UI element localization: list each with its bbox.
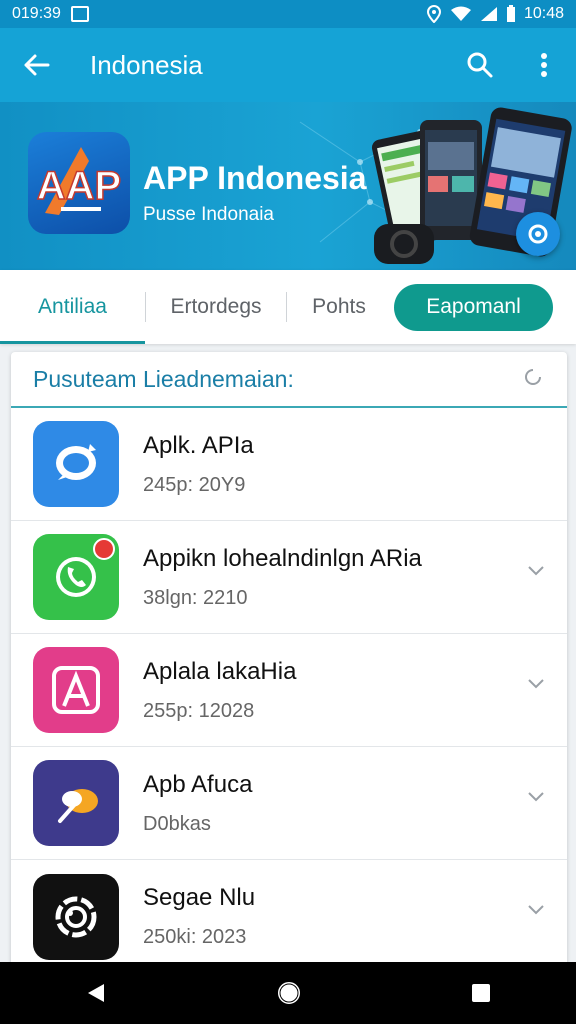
battery-icon bbox=[506, 5, 515, 22]
status-bar: 019:39 10:48 bbox=[0, 0, 576, 28]
letter-a-icon bbox=[33, 647, 119, 733]
app-bar: Indonesia bbox=[0, 28, 576, 102]
app-banner: AAP APP Indonesia Pusse Indonaia bbox=[0, 102, 576, 270]
more-vertical-icon bbox=[541, 53, 547, 77]
feather-icon bbox=[33, 760, 119, 846]
list-item-name: Segae Nlu bbox=[143, 884, 256, 911]
banner-title: APP Indonesia bbox=[143, 160, 367, 196]
eapomanl-button[interactable]: Eapomanl bbox=[394, 283, 553, 331]
app-bar-title: Indonesia bbox=[90, 49, 203, 80]
list-header: Pusuteam Lieadnemaian: bbox=[11, 352, 567, 408]
signal-icon bbox=[480, 7, 497, 21]
list-item[interactable]: Aplk. APIa 245p: 20Y9 bbox=[11, 408, 567, 521]
list-title: Pusuteam Lieadnemaian: bbox=[33, 365, 294, 392]
list-item[interactable]: Segae Nlu 250ki: 2023 bbox=[11, 860, 567, 972]
list-item-name: Aplala lakaHia bbox=[143, 657, 297, 685]
list-item-meta: 250ki: 2023 bbox=[143, 926, 247, 948]
back-button[interactable] bbox=[0, 28, 72, 102]
wifi-icon bbox=[450, 6, 471, 21]
status-time-right: 10:48 bbox=[523, 5, 564, 22]
list-item-name: Apb Afuca bbox=[143, 770, 253, 798]
list-item[interactable]: Apb Afuca D0bkas bbox=[11, 747, 567, 860]
app-list-card: Pusuteam Lieadnemaian: Aplk. APIa 245p: … bbox=[11, 352, 567, 972]
notification-badge bbox=[93, 538, 115, 560]
overflow-menu-button[interactable] bbox=[512, 28, 576, 102]
location-icon bbox=[426, 5, 441, 23]
search-button[interactable] bbox=[448, 28, 512, 102]
arrow-left-icon bbox=[24, 54, 50, 76]
target-icon bbox=[528, 224, 548, 244]
chevron-down-icon[interactable] bbox=[527, 565, 545, 577]
chevron-down-icon[interactable] bbox=[527, 791, 545, 803]
search-icon bbox=[467, 52, 493, 78]
floating-action-button[interactable] bbox=[516, 212, 560, 256]
list-item-meta: D0bkas bbox=[143, 812, 211, 835]
list-item-name: Aplk. APIa bbox=[143, 431, 254, 459]
list-item-meta: 255p: 12028 bbox=[143, 699, 255, 722]
notification-icon bbox=[70, 6, 89, 22]
app-logo-icon: AAP bbox=[36, 147, 122, 215]
refresh-button[interactable] bbox=[521, 365, 545, 394]
banner-subtitle: Pusse Indonaia bbox=[143, 204, 274, 225]
list-item-meta: 245p: 20Y9 bbox=[143, 473, 246, 496]
chevron-down-icon[interactable] bbox=[527, 678, 545, 690]
chevron-down-icon[interactable] bbox=[527, 904, 545, 916]
refresh-icon bbox=[525, 368, 541, 385]
list-item-name: Appikn lohealndinlgn ARia bbox=[143, 544, 422, 572]
whatsapp-phone-icon bbox=[33, 534, 119, 620]
nav-home-icon[interactable] bbox=[276, 980, 302, 1006]
svg-text:AAP: AAP bbox=[37, 164, 121, 208]
circle-gear-icon bbox=[33, 873, 119, 960]
chat-bubble-icon bbox=[33, 421, 119, 507]
nav-recents-icon[interactable] bbox=[470, 982, 492, 1004]
status-time-left: 019:39 bbox=[12, 5, 61, 22]
system-nav-bar bbox=[0, 962, 576, 1024]
tab-pohts[interactable]: Pohts bbox=[287, 270, 391, 344]
nav-back-icon[interactable] bbox=[84, 981, 108, 1005]
app-logo: AAP bbox=[28, 132, 130, 234]
list-item-meta: 38lgn: 2210 bbox=[143, 586, 248, 609]
tab-ertordegs[interactable]: Ertordegs bbox=[146, 270, 286, 344]
tab-antiliaa[interactable]: Antiliaa bbox=[0, 270, 145, 344]
list-item[interactable]: Appikn lohealndinlgn ARia 38lgn: 2210 bbox=[11, 521, 567, 634]
list-item[interactable]: Aplala lakaHia 255p: 12028 bbox=[11, 634, 567, 747]
tab-bar: Antiliaa Ertordegs Pohts Eapomanl bbox=[0, 270, 576, 344]
